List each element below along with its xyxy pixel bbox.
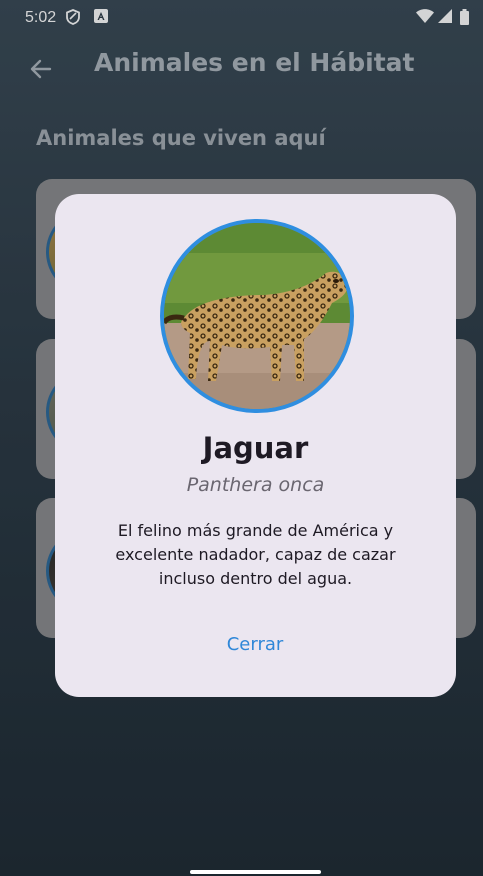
scientific-name: Panthera onca	[186, 474, 325, 496]
close-button[interactable]: Cerrar	[205, 630, 305, 660]
animal-name: Jaguar	[202, 431, 309, 465]
animal-description: El felino más grande de América y excele…	[115, 521, 396, 588]
animal-detail-dialog: Jaguar Panthera onca El felino más grand…	[55, 194, 456, 697]
animal-portrait	[160, 219, 354, 413]
jaguar-photo	[164, 223, 350, 409]
home-indicator[interactable]	[190, 870, 321, 874]
